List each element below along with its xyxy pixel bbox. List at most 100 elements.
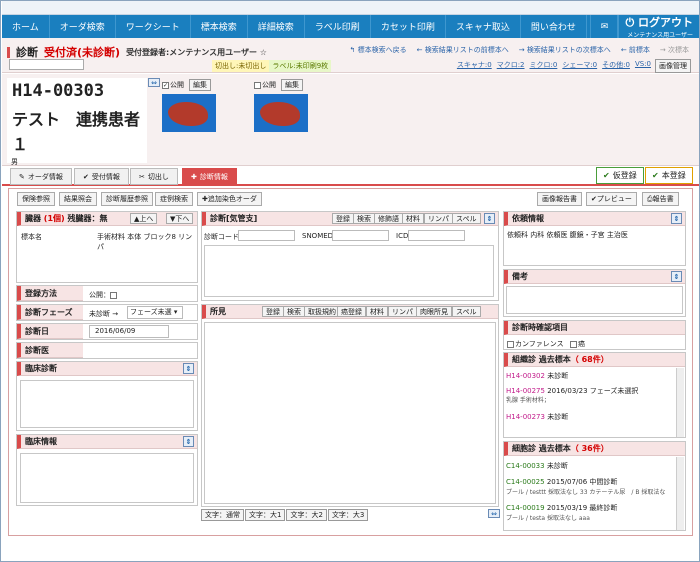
diag-spell-button[interactable]: スペル — [452, 213, 481, 224]
tab-reception-info[interactable]: ✔ 受付情報 — [74, 168, 129, 185]
clinical-dx-textarea[interactable] — [20, 380, 194, 428]
header-input[interactable] — [9, 59, 84, 70]
clinical-info-textarea[interactable] — [20, 453, 194, 503]
stat-other[interactable]: その他:0 — [602, 60, 630, 70]
edit-button-1[interactable]: 編集 — [189, 79, 211, 91]
tab-diagnosis-info[interactable]: ✚ 診断情報 — [182, 168, 237, 185]
find-register-button[interactable]: 登録 — [262, 306, 284, 317]
diag-lymph-button[interactable]: リンパ — [424, 213, 453, 224]
expand-icon[interactable]: ⇕ — [671, 271, 682, 282]
diag-material-button[interactable]: 材料 — [402, 213, 424, 224]
report-button[interactable]: ⎙ 報告書 — [642, 192, 679, 206]
order-icon: ✎ — [19, 172, 25, 181]
stat-vs[interactable]: VS:0 — [635, 60, 651, 70]
find-search-button[interactable]: 検索 — [283, 306, 305, 317]
find-gross-button[interactable]: 肉眼所見 — [416, 306, 452, 317]
date-input[interactable]: 2016/06/09 — [89, 325, 169, 338]
request-text: 依頼科 内科 依頼医 腹鏡・子宮 主治医 — [507, 231, 628, 239]
next-specimen-link[interactable]: → 次標本 — [660, 45, 689, 55]
prev-specimen-link[interactable]: ← 前標本 — [621, 45, 650, 55]
result-inquiry-button[interactable]: 結果照会 — [59, 192, 97, 206]
nav-inquiry[interactable]: 問い合わせ — [521, 15, 587, 38]
find-cancer-reg-button[interactable]: 癌登録 — [337, 306, 366, 317]
find-material-button[interactable]: 材料 — [366, 306, 388, 317]
diag-textarea[interactable] — [204, 245, 494, 297]
expand-icon[interactable]: ⇔ — [488, 509, 500, 518]
font-large3-button[interactable]: 文字：大3 — [327, 509, 369, 521]
temp-register-button[interactable]: ✔ 仮登録 — [596, 167, 644, 184]
cancer-checkbox[interactable]: 癌 — [570, 339, 585, 349]
organ-down-button[interactable]: ▼ 下へ — [166, 213, 194, 224]
diag-register-button[interactable]: 登録 — [332, 213, 354, 224]
find-lymph-button[interactable]: リンパ — [388, 306, 417, 317]
next-result-link[interactable]: → 検索結果リストの次標本へ — [519, 45, 611, 55]
register-button[interactable]: ✔ 本登録 — [645, 167, 693, 184]
phase-select[interactable]: フェーズ未選 ▾ — [127, 306, 183, 319]
nav-specimen-search[interactable]: 標本検索 — [191, 15, 248, 38]
nav-order-search[interactable]: オーダ検索 — [50, 15, 116, 38]
stat-macro[interactable]: マクロ:2 — [497, 60, 525, 70]
back-to-search-link[interactable]: ↰ 標本検索へ戻る — [350, 45, 407, 55]
nav-home[interactable]: ホーム — [2, 15, 50, 38]
organ-header: 臓器 (1個) 残臓器：無 ▲ 上へ ▼ 下へ — [17, 212, 197, 226]
cyto-scrollbar[interactable] — [676, 457, 684, 530]
specimen-image-2[interactable] — [254, 94, 308, 132]
expand-icon[interactable]: ⇕ — [183, 363, 194, 374]
find-rules-button[interactable]: 取扱規約 — [304, 306, 340, 317]
findings-panel: 所見 登録 検索 取扱規約 癌登録 材料 リンパ 肉眼所見 スペル — [201, 304, 499, 507]
specimen-image-1[interactable] — [162, 94, 216, 132]
nav-detail-search[interactable]: 詳細検索 — [248, 15, 305, 38]
icd-input[interactable] — [408, 230, 465, 241]
diag-modifier-button[interactable]: 修飾語 — [374, 213, 403, 224]
conference-checkbox[interactable]: カンファレンス — [507, 339, 564, 349]
expand-icon[interactable]: ⇕ — [671, 213, 682, 224]
font-normal-button[interactable]: 文字：通常 — [201, 509, 244, 521]
image-manage-button[interactable]: 画像管理 — [655, 59, 691, 73]
note-textarea[interactable] — [506, 286, 683, 314]
nav-links: ↰ 標本検索へ戻る ← 検索結果リストの前標本へ → 検索結果リストの次標本へ … — [350, 45, 689, 55]
image-report-button[interactable]: 画像報告書 — [537, 192, 582, 206]
nav-label-print[interactable]: ラベル印刷 — [305, 15, 371, 38]
add-stain-order-button[interactable]: ✚ 追加染色オーダ — [197, 192, 262, 206]
stat-scanner[interactable]: スキャナ:0 — [457, 60, 492, 70]
request-header: 依頼情報 ⇕ — [504, 212, 685, 226]
logout-button[interactable]: ⏻ ログアウト メンテナンス用ユーザー — [618, 15, 699, 39]
cyto-item-2[interactable]: C14-00025 2015/07/06 中間診断 — [506, 477, 617, 487]
confirm-panel: 診断時確認項目 カンファレンス 癌 — [503, 320, 686, 350]
expand-icon[interactable]: ⇕ — [484, 213, 495, 224]
expand-icon[interactable]: ⇕ — [183, 436, 194, 447]
preview-button[interactable]: ✔ プレビュー — [586, 192, 637, 206]
prev-result-link[interactable]: ← 検索結果リストの前標本へ — [417, 45, 509, 55]
tissue-item-3[interactable]: H14-00273 未診断 — [506, 412, 568, 422]
tissue-scrollbar[interactable] — [676, 368, 684, 437]
organ-up-button[interactable]: ▲ 上へ — [130, 213, 158, 224]
font-large1-button[interactable]: 文字：大1 — [245, 509, 286, 521]
stat-micro[interactable]: ミクロ:0 — [530, 60, 558, 70]
public-checkbox-2[interactable]: 公開 — [254, 80, 276, 90]
code-input[interactable] — [238, 230, 295, 241]
edit-button-2[interactable]: 編集 — [281, 79, 303, 91]
cyto-item-3[interactable]: C14-00019 2015/03/19 最終診断 — [506, 503, 617, 513]
public-checkbox-1[interactable]: ✓ 公開 — [162, 80, 184, 90]
diag-search-button[interactable]: 検索 — [353, 213, 375, 224]
font-large2-button[interactable]: 文字：大2 — [286, 509, 327, 521]
organ-row-value[interactable]: 手術材料 本体 ブロック8 リンパ — [97, 232, 197, 252]
snomed-input[interactable] — [332, 230, 389, 241]
snomed-label: SNOMED — [302, 232, 334, 240]
case-search-button[interactable]: 症例検索 — [155, 192, 193, 206]
tab-order-info[interactable]: ✎ オーダ情報 — [10, 168, 72, 185]
mail-icon[interactable]: ✉ — [590, 15, 619, 38]
patient-area: H14-00303 テスト 連携患者 １ 男 ⇔ ✓ 公開 編集 公開 編集 — [2, 74, 699, 166]
insurance-ref-button[interactable]: 保険参照 — [17, 192, 55, 206]
findings-textarea[interactable] — [204, 322, 496, 504]
nav-scanner-import[interactable]: スキャナ取込 — [446, 15, 521, 38]
tissue-item-1[interactable]: H14-00302 未診断 — [506, 371, 568, 381]
stat-schema[interactable]: シェーマ:0 — [562, 60, 597, 70]
nav-worksheet[interactable]: ワークシート — [116, 15, 191, 38]
cyto-item-1[interactable]: C14-00033 未診断 — [506, 461, 568, 471]
nav-cassette-print[interactable]: カセット印刷 — [371, 15, 446, 38]
expand-icon[interactable]: ⇔ — [148, 78, 160, 87]
diag-history-button[interactable]: 診断履歴参照 — [101, 192, 153, 206]
find-spell-button[interactable]: スペル — [452, 306, 481, 317]
tab-cutting[interactable]: ✂ 切出し — [130, 168, 178, 185]
